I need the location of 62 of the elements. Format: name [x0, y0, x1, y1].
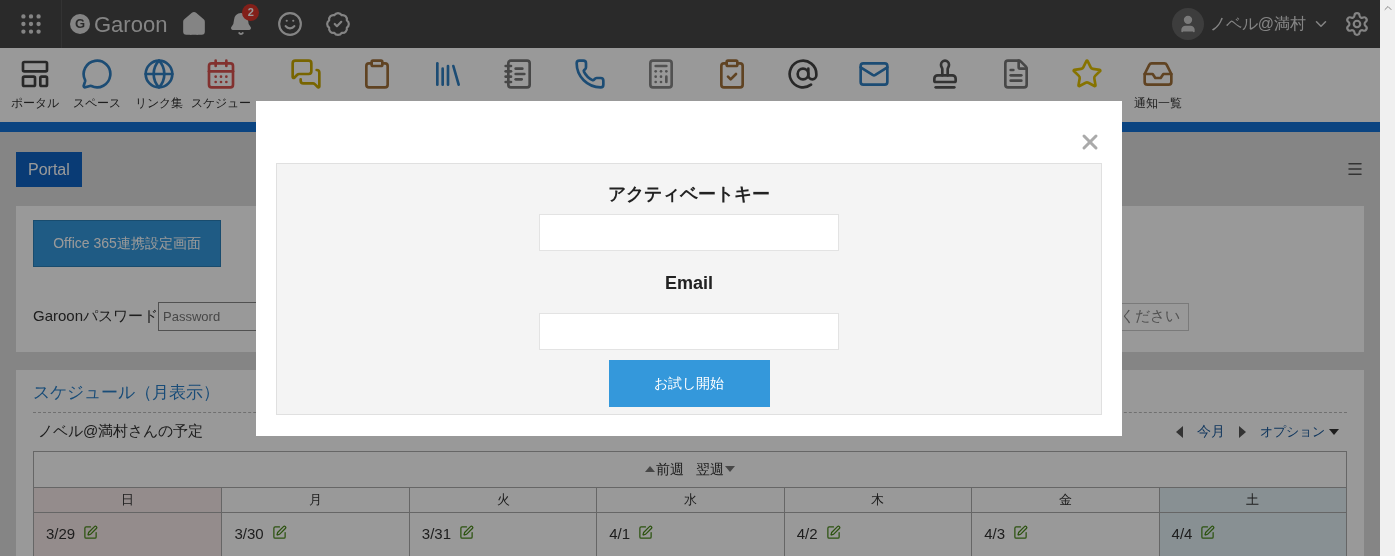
- smiley-icon[interactable]: [277, 11, 304, 37]
- weekday-header: 月: [221, 487, 409, 513]
- date-link[interactable]: 4/2: [796, 522, 818, 545]
- add-event-icon[interactable]: [825, 524, 841, 540]
- logo-text: Garoon: [94, 10, 168, 39]
- schedule-title[interactable]: スケジュール（月表示）: [33, 383, 220, 402]
- options-link[interactable]: オプション: [1260, 421, 1325, 442]
- portal-tab[interactable]: Portal: [16, 152, 82, 187]
- weekday-header: 火: [408, 487, 597, 513]
- previous-week-link[interactable]: 前週: [656, 458, 684, 480]
- up-arrow-icon[interactable]: [645, 466, 655, 472]
- password-label: Garoonパスワード: [33, 306, 159, 327]
- toolbar-label[interactable]: スケジュー: [191, 94, 251, 112]
- layout-icon[interactable]: [19, 58, 51, 90]
- activation-key-field[interactable]: [539, 214, 839, 251]
- settings-icon[interactable]: [1344, 11, 1370, 37]
- weekday-header: 土: [1158, 487, 1346, 513]
- user-name[interactable]: ノベル@満村: [1209, 12, 1306, 36]
- toolbar-label[interactable]: リンク集: [135, 94, 183, 112]
- add-event-icon[interactable]: [459, 524, 475, 540]
- scrollbar[interactable]: [1380, 0, 1395, 556]
- toolbar-label[interactable]: 通知一覧: [1133, 94, 1182, 112]
- weekday-header: 日: [34, 487, 222, 513]
- add-event-icon[interactable]: [638, 524, 654, 540]
- check-badge-icon[interactable]: [325, 11, 352, 37]
- date-link[interactable]: 4/3: [984, 522, 1005, 545]
- notification-badge: 2: [242, 4, 260, 21]
- schedule-owner: ノベル@満村さんの予定: [38, 421, 204, 442]
- add-event-icon[interactable]: [271, 524, 287, 540]
- add-event-icon[interactable]: [1013, 524, 1028, 540]
- date-link[interactable]: 4/4: [1171, 522, 1193, 545]
- add-event-icon[interactable]: [83, 524, 99, 540]
- home-icon[interactable]: [181, 11, 208, 37]
- date-link[interactable]: 3/31: [421, 522, 452, 545]
- weekday-header: 水: [596, 487, 784, 513]
- calendar-icon[interactable]: [205, 58, 237, 90]
- date-link[interactable]: 3/30: [234, 522, 264, 545]
- today-link[interactable]: 今月: [1197, 421, 1225, 442]
- email-label: Email: [665, 272, 713, 295]
- toolbar-label[interactable]: ポータル: [11, 94, 59, 112]
- logo-mark: G: [70, 14, 90, 34]
- dropdown-icon[interactable]: [1329, 428, 1339, 435]
- phone-icon[interactable]: [573, 58, 606, 90]
- avatar[interactable]: [1171, 8, 1204, 40]
- date-link[interactable]: 4/1: [609, 522, 631, 545]
- chat-bubbles-icon[interactable]: [289, 58, 322, 90]
- weekday-header: 金: [971, 487, 1159, 513]
- globe-icon[interactable]: [143, 58, 175, 90]
- weekday-header: 木: [783, 487, 972, 513]
- menu-icon[interactable]: [1346, 160, 1364, 178]
- speech-bubble-icon[interactable]: [81, 58, 113, 90]
- activation-key-label: アクティベートキー: [608, 183, 770, 206]
- next-icon[interactable]: [1239, 425, 1246, 438]
- down-arrow-icon[interactable]: [725, 466, 735, 472]
- toolbar-label[interactable]: スペース: [73, 94, 121, 112]
- email-field[interactable]: [539, 313, 839, 350]
- previous-icon[interactable]: [1176, 425, 1183, 438]
- next-week-link[interactable]: 翌週: [696, 458, 724, 480]
- star-icon[interactable]: [1070, 58, 1103, 90]
- add-event-icon[interactable]: [1200, 524, 1216, 540]
- start-trial-button[interactable]: お試し開始: [608, 360, 770, 407]
- date-link[interactable]: 3/29: [46, 522, 76, 545]
